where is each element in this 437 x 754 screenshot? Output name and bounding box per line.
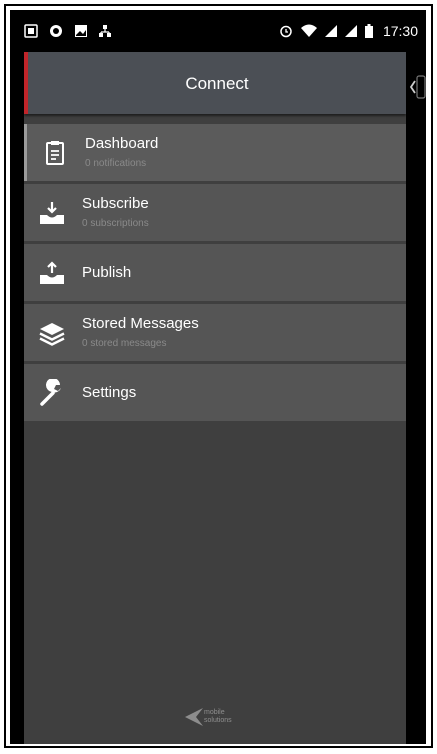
inbox-upload-icon [40, 261, 64, 284]
alarm-icon [280, 25, 292, 38]
network-icon [99, 25, 111, 37]
wrench-icon [40, 379, 61, 406]
menu-item-sublabel: 0 notifications [85, 158, 147, 169]
chevron-left-icon[interactable] [406, 72, 426, 102]
page-title: Connect [185, 74, 249, 93]
menu-item-label: Subscribe [82, 195, 149, 212]
navigation-drawer: Connect Dashboard 0 notifications Subscr… [24, 52, 406, 744]
menu-item-label: Dashboard [85, 135, 159, 152]
logo-line-1: mobile [204, 709, 225, 716]
status-time: 17:30 [382, 23, 418, 39]
drawer-menu: Dashboard 0 notifications Subscribe 0 su… [24, 124, 406, 424]
phone-screen: 17:30 Connect Dashboard 0 notifications [10, 10, 426, 744]
logo-line-2: solutions [204, 717, 232, 724]
menu-item-subscribe[interactable]: Subscribe 0 subscriptions [24, 184, 406, 241]
menu-item-publish[interactable]: Publish [24, 244, 406, 301]
image-icon [75, 25, 87, 37]
menu-item-sublabel: 0 stored messages [82, 338, 167, 349]
sync-icon [50, 25, 62, 37]
layers-icon [39, 323, 65, 346]
menu-item-label: Settings [82, 384, 137, 401]
menu-item-stored-messages[interactable]: Stored Messages 0 stored messages [24, 304, 406, 361]
status-right-icons: 17:30 [279, 10, 418, 52]
status-bar: 17:30 [10, 10, 426, 52]
logo-text: mobile solutions [204, 709, 232, 725]
clipboard-icon [46, 141, 64, 165]
battery-icon [364, 24, 373, 38]
content-edge [406, 52, 426, 744]
menu-item-sublabel: 0 subscriptions [82, 218, 149, 229]
menu-item-label: Publish [82, 264, 132, 281]
status-left-icons [24, 10, 112, 52]
wifi-icon [300, 24, 317, 37]
signal-icon [324, 25, 337, 37]
menu-item-settings[interactable]: Settings [24, 364, 406, 421]
menu-item-label: Stored Messages [82, 315, 199, 332]
inbox-download-icon [40, 202, 64, 224]
company-logo: mobile solutions [184, 704, 254, 730]
sim-icon [24, 24, 38, 38]
menu-item-dashboard[interactable]: Dashboard 0 notifications [24, 124, 406, 181]
bird-logo-icon [185, 708, 203, 726]
signal-icon [344, 25, 357, 37]
drawer-header[interactable]: Connect [24, 52, 406, 114]
